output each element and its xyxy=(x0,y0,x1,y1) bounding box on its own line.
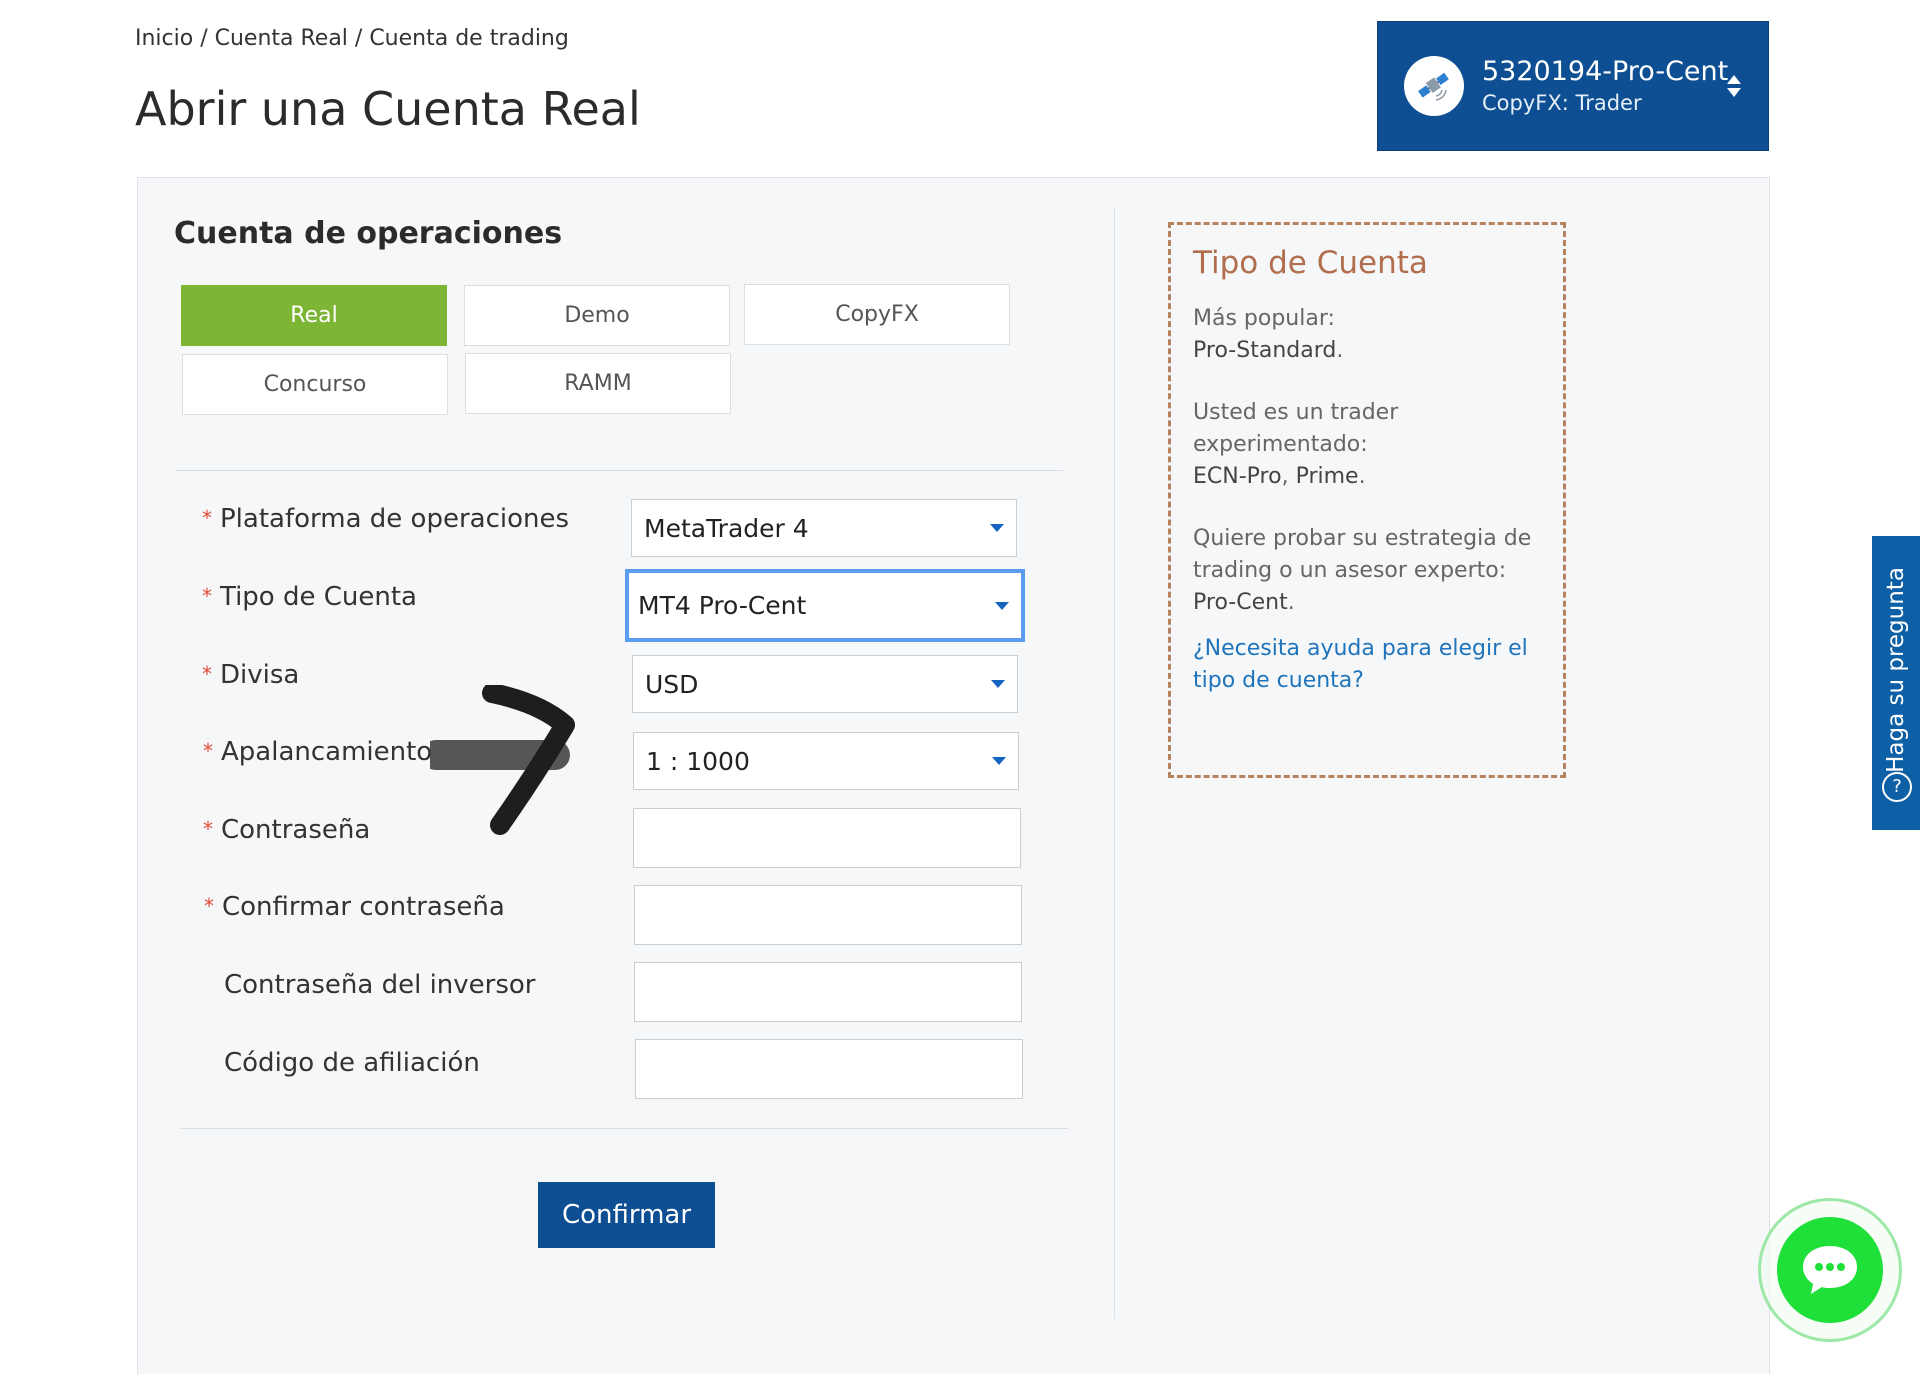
tab-real[interactable]: Real xyxy=(181,285,447,346)
info-title: Tipo de Cuenta xyxy=(1193,245,1428,281)
account-number: 5320194-Pro-Cent xyxy=(1482,56,1729,87)
account-type-select[interactable]: MT4 Pro-Cent xyxy=(625,569,1025,642)
label-password: * Contraseña xyxy=(203,815,371,845)
info-popular: Más popular: Pro-Standard. xyxy=(1193,306,1344,363)
breadcrumb[interactable]: Inicio / Cuenta Real / Cuenta de trading xyxy=(135,26,569,51)
confirm-button[interactable]: Confirmar xyxy=(538,1182,715,1248)
section-title: Cuenta de operaciones xyxy=(174,216,563,251)
account-type-info-box: Tipo de Cuenta Más popular: Pro-Standard.… xyxy=(1168,222,1566,778)
panel-divider xyxy=(1114,207,1115,1319)
question-circle-icon: ? xyxy=(1882,772,1912,802)
label-platform: * Plataforma de operaciones xyxy=(202,504,570,534)
tab-demo[interactable]: Demo xyxy=(464,285,730,346)
account-type: CopyFX: Trader xyxy=(1482,91,1642,115)
sort-arrows-icon xyxy=(1726,73,1742,99)
divider-top xyxy=(176,470,1063,471)
label-investor-password: Contraseña del inversor xyxy=(224,970,536,1000)
password-input[interactable] xyxy=(633,808,1021,868)
affiliate-code-input[interactable] xyxy=(635,1039,1023,1099)
caret-down-icon xyxy=(990,524,1004,532)
label-leverage: * Apalancamiento xyxy=(203,737,433,767)
leverage-select[interactable]: 1 : 1000 xyxy=(633,732,1019,790)
investor-password-input[interactable] xyxy=(634,962,1022,1022)
help-side-tab[interactable]: Haga su pregunta ? xyxy=(1872,536,1920,830)
satellite-icon xyxy=(1404,56,1464,116)
page-title: Abrir una Cuenta Real xyxy=(135,82,641,136)
label-confirm-password: * Confirmar contraseña xyxy=(204,892,505,922)
caret-down-icon xyxy=(995,601,1009,610)
account-switcher[interactable]: 5320194-Pro-Cent CopyFX: Trader xyxy=(1377,21,1769,151)
tab-concurso[interactable]: Concurso xyxy=(182,354,448,415)
caret-down-icon xyxy=(992,757,1006,765)
confirm-password-input[interactable] xyxy=(634,885,1022,945)
label-affiliate-code: Código de afiliación xyxy=(224,1048,480,1078)
caret-down-icon xyxy=(991,680,1005,688)
platform-select[interactable]: MetaTrader 4 xyxy=(631,499,1017,557)
help-tab-label: Haga su pregunta xyxy=(1883,567,1909,773)
info-strategy: Quiere probar su estrategia de trading o… xyxy=(1193,526,1532,615)
annotation-arrow-icon xyxy=(430,685,575,835)
currency-select[interactable]: USD xyxy=(632,655,1018,713)
label-account-type: * Tipo de Cuenta xyxy=(202,582,417,612)
tab-copyfx[interactable]: CopyFX xyxy=(744,284,1010,345)
divider-bottom xyxy=(181,1128,1068,1129)
info-experienced: Usted es un trader experimentado: ECN-Pro… xyxy=(1193,400,1399,489)
chat-bubble-icon xyxy=(1803,1246,1857,1294)
label-currency: * Divisa xyxy=(202,660,300,690)
chat-button[interactable] xyxy=(1777,1217,1883,1323)
help-choose-account-link[interactable]: ¿Necesita ayuda para elegir el tipo de c… xyxy=(1193,633,1541,697)
tab-ramm[interactable]: RAMM xyxy=(465,353,731,414)
